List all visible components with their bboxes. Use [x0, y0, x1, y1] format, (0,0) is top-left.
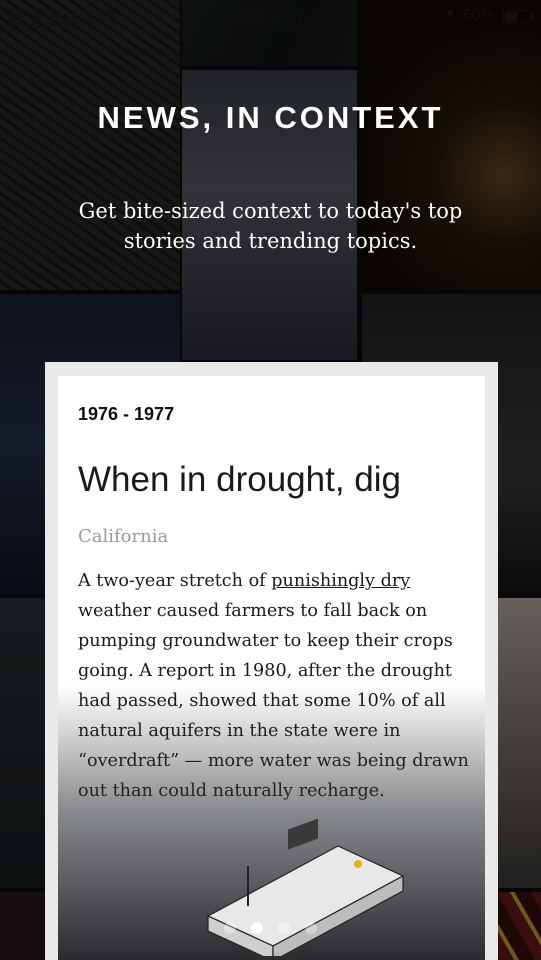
status-bar: 无 SIM 卡 下午6:33 60% — [0, 0, 541, 34]
page-dot[interactable] — [305, 922, 317, 934]
intro-subtitle: Get bite-sized context to today's top st… — [78, 199, 463, 253]
intro-heading: NEWS, IN CONTEXT — [97, 100, 444, 135]
battery-icon — [503, 9, 534, 23]
page-dot[interactable] — [224, 922, 236, 934]
page-indicator[interactable] — [0, 922, 541, 934]
card-body-link[interactable]: punishingly dry — [271, 571, 410, 591]
card-location: California — [78, 526, 169, 547]
page-dot[interactable] — [251, 922, 263, 934]
card-body-text: A two-year stretch of — [78, 571, 272, 591]
story-card[interactable]: 1976 - 1977 When in drought, dig Califor… — [58, 376, 485, 960]
card-title: When in drought, dig — [78, 460, 401, 499]
card-date-range: 1976 - 1977 — [78, 404, 175, 424]
battery-percent: 60% — [462, 7, 495, 24]
page-dot[interactable] — [278, 922, 290, 934]
story-card-frame[interactable]: 1976 - 1977 When in drought, dig Califor… — [45, 362, 498, 960]
location-arrow-icon — [443, 7, 455, 25]
